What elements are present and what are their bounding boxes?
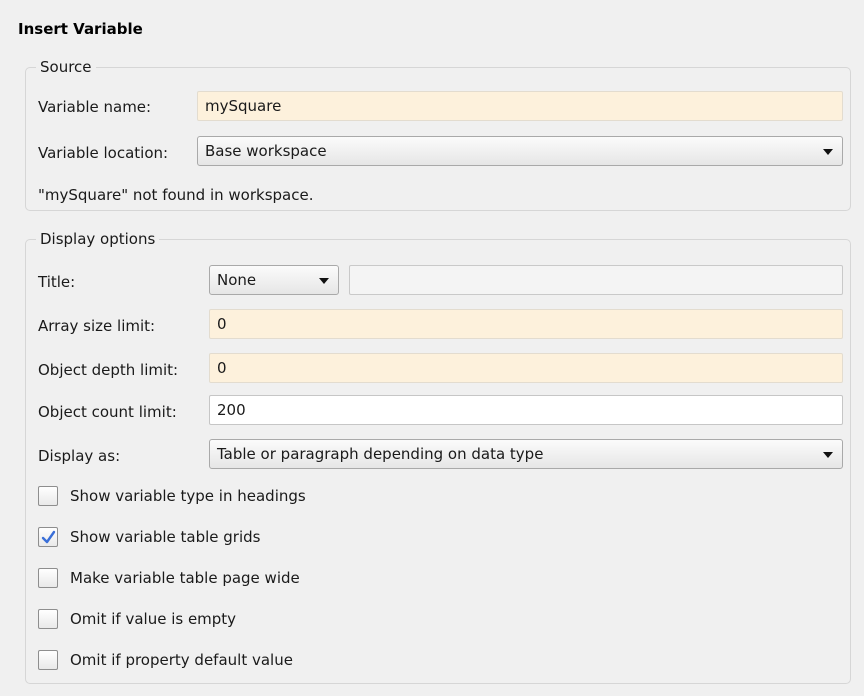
variable-location-value: Base workspace [205, 142, 327, 160]
display-options-group-label: Display options [36, 230, 160, 248]
checkbox-box[interactable] [38, 650, 58, 670]
variable-location-label: Variable location: [38, 144, 169, 162]
title-dropdown-value: None [217, 271, 257, 289]
chevron-down-icon [319, 278, 329, 284]
panel-title: Insert Variable [18, 20, 143, 38]
array-size-limit-label: Array size limit: [38, 317, 156, 335]
variable-location-dropdown[interactable]: Base workspace [197, 136, 843, 166]
source-group: Source Variable name: mySquare Variable … [25, 58, 851, 211]
title-text-input[interactable] [349, 265, 843, 295]
omit-if-default-checkbox[interactable]: Omit if property default value [38, 650, 378, 672]
display-as-value: Table or paragraph depending on data typ… [217, 445, 544, 463]
chevron-down-icon [823, 149, 833, 155]
checkbox-label: Make variable table page wide [70, 569, 300, 587]
checkbox-box[interactable] [38, 568, 58, 588]
variable-name-label: Variable name: [38, 98, 152, 116]
source-group-label: Source [36, 58, 96, 76]
checkbox-label: Show variable type in headings [70, 487, 306, 505]
show-table-grids-checkbox[interactable]: Show variable table grids [38, 527, 378, 549]
variable-name-input[interactable]: mySquare [197, 91, 843, 121]
status-message: "mySquare" not found in workspace. [38, 186, 314, 204]
checkbox-label: Omit if value is empty [70, 610, 237, 628]
checkmark-icon [41, 530, 56, 544]
checkbox-box[interactable] [38, 609, 58, 629]
make-table-page-wide-checkbox[interactable]: Make variable table page wide [38, 568, 378, 590]
omit-if-empty-checkbox[interactable]: Omit if value is empty [38, 609, 378, 631]
object-count-limit-label: Object count limit: [38, 403, 177, 421]
display-as-dropdown[interactable]: Table or paragraph depending on data typ… [209, 439, 843, 469]
checkbox-label: Omit if property default value [70, 651, 293, 669]
checkbox-box[interactable] [38, 486, 58, 506]
checkbox-box[interactable] [38, 527, 58, 547]
object-count-limit-input[interactable]: 200 [209, 395, 843, 425]
show-variable-type-checkbox[interactable]: Show variable type in headings [38, 486, 378, 508]
title-dropdown[interactable]: None [209, 265, 339, 295]
checkbox-label: Show variable table grids [70, 528, 261, 546]
array-size-limit-input[interactable]: 0 [209, 309, 843, 339]
object-depth-limit-input[interactable]: 0 [209, 353, 843, 383]
insert-variable-panel: Insert Variable Source Variable name: my… [0, 0, 864, 696]
object-depth-limit-label: Object depth limit: [38, 361, 179, 379]
display-as-label: Display as: [38, 447, 121, 465]
title-label: Title: [38, 273, 76, 291]
chevron-down-icon [823, 452, 833, 458]
